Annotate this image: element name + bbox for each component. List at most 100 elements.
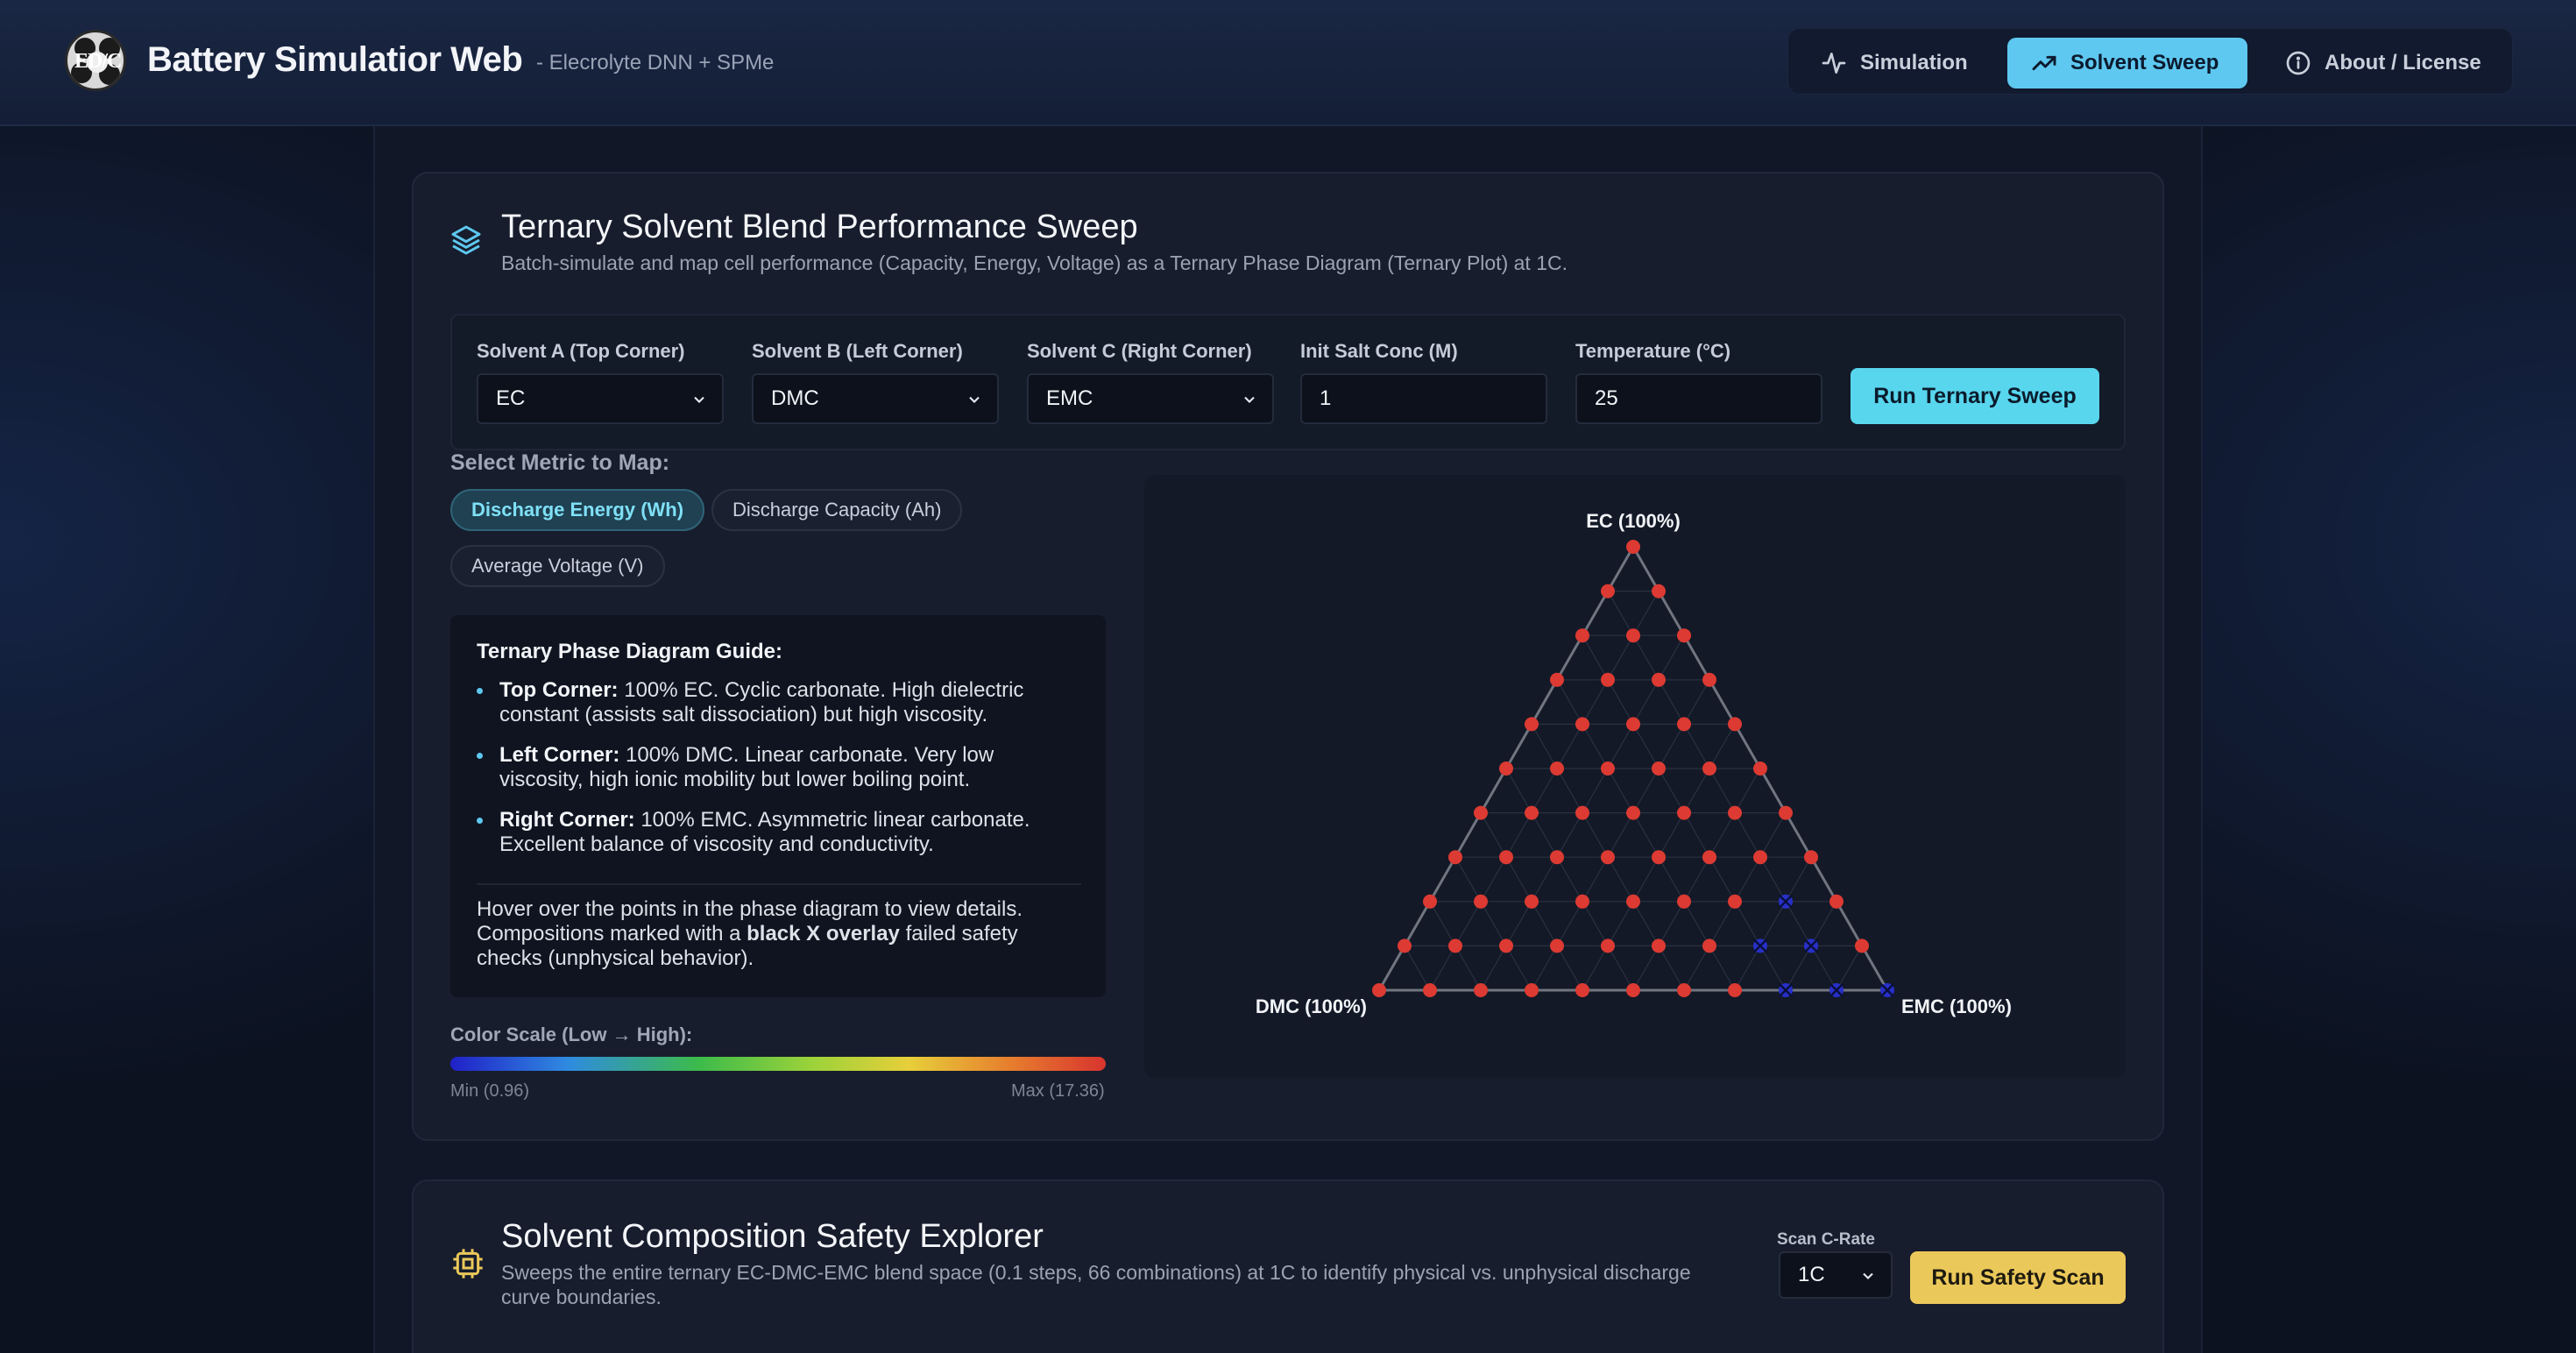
corner-label-right: EMC (100%) (1901, 995, 2012, 1017)
data-point[interactable] (1677, 628, 1691, 643)
data-point[interactable] (1728, 983, 1742, 997)
data-point[interactable] (1779, 805, 1793, 820)
data-point[interactable] (1855, 939, 1869, 953)
metric-energy-pill[interactable]: Discharge Energy (Wh) (450, 489, 705, 531)
data-point[interactable] (1626, 717, 1640, 732)
layers-icon (451, 225, 481, 255)
data-point[interactable] (1525, 983, 1539, 997)
scan-rate-select[interactable]: 1C (1779, 1251, 1893, 1299)
ternary-description: Batch-simulate and map cell performance … (501, 251, 1568, 274)
data-point[interactable] (1575, 894, 1589, 909)
data-point[interactable] (1474, 805, 1488, 820)
nav-solvent-sweep[interactable]: Solvent Sweep (2007, 38, 2247, 89)
data-point[interactable] (1550, 939, 1564, 953)
nav-simulation[interactable]: Simulation (1797, 38, 2009, 89)
run-safety-scan-button[interactable]: Run Safety Scan (1910, 1251, 2126, 1304)
data-point[interactable] (1499, 850, 1513, 865)
data-point[interactable] (1601, 762, 1615, 776)
ternary-plot[interactable]: EC (100%) DMC (100%) EMC (100%) (1144, 475, 2126, 1078)
data-point[interactable] (1652, 584, 1666, 599)
data-point[interactable] (1702, 672, 1716, 687)
solvent-a-label: Solvent A (Top Corner) (477, 340, 685, 362)
corner-label-left: DMC (100%) (1256, 995, 1367, 1017)
phase-diagram-guide: Ternary Phase Diagram Guide: Top Corner:… (450, 615, 1106, 997)
data-point[interactable] (1550, 850, 1564, 865)
temperature-input[interactable]: 25 (1575, 373, 1822, 424)
data-point[interactable] (1474, 983, 1488, 997)
data-point[interactable] (1702, 939, 1716, 953)
grid-line (1505, 768, 1634, 991)
data-point[interactable] (1804, 850, 1818, 865)
solvent-b-select[interactable]: DMC (752, 373, 999, 424)
data-point[interactable] (1728, 717, 1742, 732)
data-point[interactable] (1398, 939, 1412, 953)
data-point[interactable] (1652, 762, 1666, 776)
data-point[interactable] (1423, 894, 1437, 909)
color-scale-label: Color Scale (Low → High): (450, 1024, 693, 1045)
safety-description: Sweeps the entire ternary EC-DMC-EMC ble… (501, 1261, 1691, 1308)
data-point[interactable] (1652, 939, 1666, 953)
color-scale-bar (450, 1057, 1106, 1071)
data-point[interactable] (1575, 717, 1589, 732)
guide-title: Ternary Phase Diagram Guide: (477, 640, 783, 663)
data-point[interactable] (1702, 850, 1716, 865)
data-point[interactable] (1626, 805, 1640, 820)
data-point[interactable] (1601, 584, 1615, 599)
data-point[interactable] (1626, 894, 1640, 909)
solvent-a-select[interactable]: EC (477, 373, 724, 424)
failed-point[interactable] (1829, 983, 1844, 997)
data-point[interactable] (1448, 850, 1462, 865)
failed-point[interactable] (1804, 939, 1818, 953)
data-point[interactable] (1550, 762, 1564, 776)
data-point[interactable] (1448, 939, 1462, 953)
metric-capacity-pill[interactable]: Discharge Capacity (Ah) (711, 489, 963, 531)
data-point[interactable] (1652, 672, 1666, 687)
data-point[interactable] (1626, 983, 1640, 997)
data-point[interactable] (1575, 628, 1589, 643)
data-point[interactable] (1499, 762, 1513, 776)
solvent-c-select[interactable]: EMC (1027, 373, 1274, 424)
data-point[interactable] (1601, 672, 1615, 687)
chevron-down-icon (969, 396, 980, 403)
data-point[interactable] (1525, 894, 1539, 909)
salt-conc-label: Init Salt Conc (M) (1300, 340, 1458, 362)
salt-conc-input[interactable]: 1 (1300, 373, 1547, 424)
trending-up-icon (2032, 55, 2056, 71)
data-point[interactable] (1626, 540, 1640, 554)
data-point[interactable] (1525, 805, 1539, 820)
failed-point[interactable] (1779, 983, 1793, 997)
data-point[interactable] (1829, 894, 1844, 909)
data-point[interactable] (1601, 939, 1615, 953)
data-point[interactable] (1575, 983, 1589, 997)
data-point[interactable] (1677, 805, 1691, 820)
main-nav: Simulation Solvent Sweep About / License (1787, 28, 2513, 95)
run-ternary-sweep-button[interactable]: Run Ternary Sweep (1851, 368, 2099, 424)
data-point[interactable] (1372, 983, 1386, 997)
data-point[interactable] (1652, 850, 1666, 865)
data-point[interactable] (1677, 717, 1691, 732)
data-point[interactable] (1677, 983, 1691, 997)
data-point[interactable] (1626, 628, 1640, 643)
select-value: EMC (1046, 386, 1093, 410)
data-point[interactable] (1753, 850, 1767, 865)
data-point[interactable] (1677, 894, 1691, 909)
data-point[interactable] (1499, 939, 1513, 953)
grid-line (1607, 591, 1837, 991)
data-point[interactable] (1728, 805, 1742, 820)
data-point[interactable] (1550, 672, 1564, 687)
data-point[interactable] (1575, 805, 1589, 820)
failed-point[interactable] (1880, 983, 1894, 997)
data-point[interactable] (1728, 894, 1742, 909)
data-point[interactable] (1601, 850, 1615, 865)
data-point[interactable] (1702, 762, 1716, 776)
cpu-chip-icon (453, 1249, 483, 1279)
failed-point[interactable] (1753, 939, 1767, 953)
data-point[interactable] (1753, 762, 1767, 776)
data-point[interactable] (1423, 983, 1437, 997)
data-point[interactable] (1474, 894, 1488, 909)
nav-about[interactable]: About / License (2261, 38, 2516, 89)
failed-point[interactable] (1779, 894, 1793, 909)
chevron-down-icon (1244, 396, 1255, 403)
metric-voltage-pill[interactable]: Average Voltage (V) (450, 545, 665, 587)
data-point[interactable] (1525, 717, 1539, 732)
